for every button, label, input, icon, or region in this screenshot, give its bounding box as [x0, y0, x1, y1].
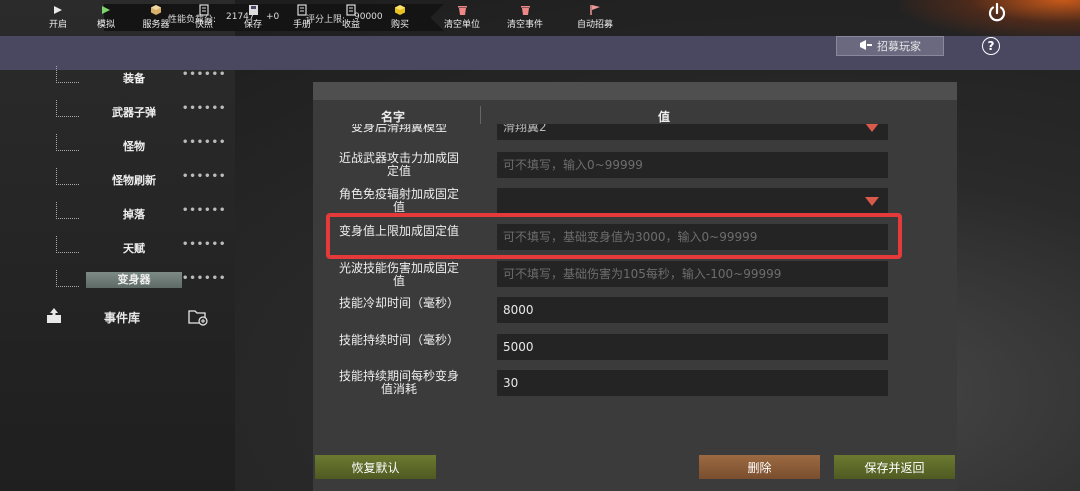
toolbar-save-button[interactable]: 保存: [241, 0, 265, 34]
toolbar-simulate-button[interactable]: 模拟: [94, 0, 118, 34]
add-folder-icon[interactable]: [188, 308, 208, 329]
event-library-row: 事件库: [42, 308, 212, 330]
column-header-value: 值: [658, 110, 671, 124]
tree-branch: [56, 270, 79, 287]
toolbar-label: 服务器: [142, 20, 170, 30]
save-and-return-button[interactable]: 保存并返回: [834, 455, 955, 479]
recruit-players-button[interactable]: 招募玩家: [836, 36, 944, 56]
sidebar-item-label: 掉落: [123, 208, 145, 221]
toolbar-server-button[interactable]: 服务器: [139, 0, 173, 34]
column-divider: [480, 106, 481, 124]
help-label: ?: [987, 39, 995, 53]
recruit-icon: [859, 39, 873, 54]
toolbar-snapshot-button[interactable]: 快照: [192, 0, 216, 34]
toolbar-manual-button[interactable]: 手册: [290, 0, 314, 34]
transform-cost-per-second-input[interactable]: 30: [497, 370, 888, 396]
sidebar-item-label: 天赋: [123, 242, 145, 255]
cube-icon: [149, 3, 163, 16]
power-icon[interactable]: [986, 2, 1008, 24]
row-label: 技能持续期间每秒变身值消耗: [338, 369, 459, 396]
toolbar-label: 收益: [341, 20, 360, 30]
toolbar-clear-events-button[interactable]: 清空事件: [503, 0, 547, 34]
toolbar-revenue-button[interactable]: 收益: [339, 0, 363, 34]
play-icon: [99, 3, 113, 16]
cube-icon: [393, 3, 407, 16]
drag-handle[interactable]: ••••••: [182, 69, 226, 80]
toolbar-label: 快照: [194, 20, 213, 30]
toolbar-start-button[interactable]: 开启: [46, 0, 70, 34]
sidebar-item-label: 怪物刷新: [112, 174, 156, 187]
column-header-name: 名字: [381, 110, 406, 124]
row-label: 技能冷却时间（毫秒）: [338, 296, 459, 310]
table-row-clip: 变身后滑翔翼模型 滑翔翼2: [313, 124, 957, 142]
drag-handle[interactable]: ••••••: [182, 171, 226, 182]
row-label: 变身后滑翔翼模型: [350, 124, 447, 134]
delete-button[interactable]: 删除: [699, 455, 820, 479]
help-icon[interactable]: ?: [982, 37, 1000, 55]
event-library-label: 事件库: [104, 311, 141, 325]
save-icon: [246, 3, 260, 16]
row-label: 近战武器攻击力加成固定值: [338, 151, 459, 178]
sidebar-item-label: 武器子弹: [112, 106, 156, 119]
edit-icon: [197, 3, 211, 16]
chevron-down-icon: [865, 197, 879, 206]
toolbar-label: 手册: [292, 20, 311, 30]
toolbar-label: 保存: [243, 20, 262, 30]
edit-icon: [344, 3, 358, 16]
sidebar-item-label: 装备: [123, 72, 145, 85]
restore-default-button[interactable]: 恢复默认: [315, 455, 436, 479]
toolbar-label: 自动招募: [576, 20, 613, 30]
row-label: 光波技能伤害加成固定值: [338, 261, 459, 288]
tree-branch: [56, 134, 79, 151]
highlight-annotation: [326, 213, 902, 259]
tree-branch: [56, 100, 79, 117]
tree-branch: [56, 66, 79, 83]
skill-duration-input[interactable]: 5000: [497, 334, 888, 360]
play-icon: [51, 3, 65, 16]
trash-icon: [455, 3, 469, 16]
drag-handle[interactable]: ••••••: [182, 103, 226, 114]
chevron-down-icon: [865, 124, 879, 132]
toolbar-clear-units-button[interactable]: 清空单位: [440, 0, 484, 34]
toolbar-label: 模拟: [96, 20, 115, 30]
drag-handle[interactable]: ••••••: [182, 273, 226, 284]
radiation-immunity-dropdown[interactable]: [497, 188, 888, 214]
perf-delta: +0: [266, 12, 280, 22]
toolbar-label: 清空单位: [443, 20, 480, 30]
row-label: 角色免疫辐射加成固定值: [338, 187, 459, 214]
skill-cooldown-input[interactable]: 8000: [497, 297, 888, 323]
tree-branch: [56, 236, 79, 253]
toolbar-label: 开启: [48, 20, 67, 30]
row-label: 技能持续时间（毫秒）: [338, 333, 459, 347]
tree-branch: [56, 202, 79, 219]
tree-branch: [56, 168, 79, 185]
trash-icon: [518, 3, 532, 16]
export-icon[interactable]: [46, 308, 62, 327]
sidebar-item-label: 怪物: [123, 140, 145, 153]
panel-header-bar: [313, 82, 957, 100]
toolbar-buy-button[interactable]: 购买: [388, 0, 412, 34]
drag-handle[interactable]: ••••••: [182, 239, 226, 250]
glider-model-dropdown[interactable]: 滑翔翼2: [497, 124, 888, 140]
melee-attack-bonus-input[interactable]: 可不填写，输入0~99999: [497, 152, 888, 178]
flag-icon: [588, 3, 602, 16]
edit-icon: [295, 3, 309, 16]
recruit-label: 招募玩家: [877, 40, 921, 53]
sidebar-item-label: 变身器: [86, 272, 182, 288]
toolbar-auto-recruit-button[interactable]: 自动招募: [573, 0, 617, 34]
dropdown-value: 滑翔翼2: [503, 124, 547, 134]
toolbar-label: 购买: [390, 20, 409, 30]
toolbar-label: 清空事件: [506, 20, 543, 30]
drag-handle[interactable]: ••••••: [182, 137, 226, 148]
drag-handle[interactable]: ••••••: [182, 205, 226, 216]
wave-skill-damage-input[interactable]: 可不填写，基础伤害为105每秒，输入-100~99999: [497, 261, 888, 287]
